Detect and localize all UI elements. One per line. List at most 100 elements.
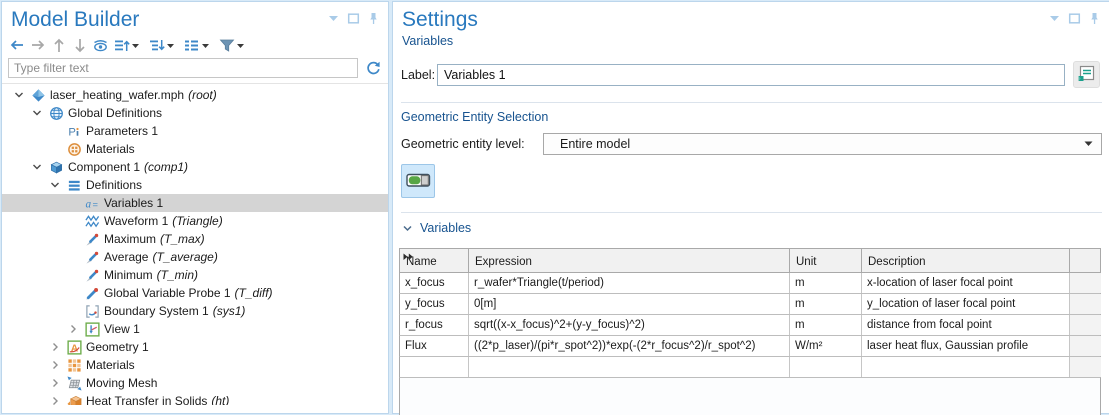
column-header-expression[interactable]: Expression bbox=[469, 249, 790, 272]
cell-description[interactable] bbox=[862, 357, 1070, 377]
tree-item-component-1[interactable]: Component 1(comp1) bbox=[2, 158, 388, 176]
variables-section-header[interactable]: Variables bbox=[402, 221, 1101, 235]
node-text-icon[interactable] bbox=[182, 36, 201, 54]
tree-item-global-variable-probe-1[interactable]: Global Variable Probe 1(T_diff) bbox=[2, 284, 388, 302]
move-down-icon[interactable] bbox=[70, 36, 89, 54]
tree-expander-icon[interactable] bbox=[12, 89, 26, 101]
toolbar-group bbox=[112, 36, 145, 54]
column-header-description[interactable]: Description bbox=[862, 249, 1070, 272]
cell-expression[interactable]: r_wafer*Triangle(t/period) bbox=[469, 273, 790, 293]
collapse-all-icon[interactable] bbox=[112, 36, 131, 54]
tree-expander-icon[interactable] bbox=[48, 179, 62, 191]
dropdown-arrow-icon[interactable] bbox=[236, 40, 247, 50]
move-up-icon[interactable] bbox=[49, 36, 68, 54]
refresh-icon[interactable] bbox=[365, 60, 382, 77]
tree-item-tag: (comp1) bbox=[144, 160, 188, 174]
show-icon[interactable] bbox=[91, 36, 110, 54]
tree-expander-icon[interactable] bbox=[48, 377, 62, 389]
cell-name[interactable]: y_focus bbox=[400, 294, 469, 314]
show-in-model-tree-button[interactable] bbox=[1073, 61, 1100, 88]
cell-expression[interactable]: sqrt((x-x_focus)^2+(y-y_focus)^2) bbox=[469, 315, 790, 335]
toolbar-group bbox=[28, 36, 47, 54]
tree-expander-icon[interactable] bbox=[48, 359, 62, 371]
cell-unit[interactable]: W/m² bbox=[790, 336, 862, 356]
back-arrow-icon[interactable] bbox=[7, 36, 26, 54]
tree-item-definitions[interactable]: Definitions bbox=[2, 176, 388, 194]
tree-item-label: Variables 1 bbox=[104, 196, 163, 210]
row-marker-icon bbox=[403, 252, 414, 264]
float-window-icon[interactable] bbox=[347, 12, 360, 25]
tree-item-geometry-1[interactable]: AGeometry 1 bbox=[2, 338, 388, 356]
cell-expression[interactable]: 0[m] bbox=[469, 294, 790, 314]
tree-expander-spacer bbox=[66, 269, 80, 281]
cell-expression[interactable] bbox=[469, 357, 790, 377]
cell-unit[interactable]: m bbox=[790, 273, 862, 293]
float-window-icon[interactable] bbox=[1068, 12, 1081, 25]
tree-expander-icon[interactable] bbox=[66, 323, 80, 335]
active-selection-toggle-button[interactable] bbox=[401, 164, 435, 198]
filter-input[interactable] bbox=[8, 58, 358, 78]
dropdown-arrow-icon[interactable] bbox=[166, 40, 177, 50]
tree-item-minimum[interactable]: Minimum(T_min) bbox=[2, 266, 388, 284]
heat-transfer-icon bbox=[67, 394, 82, 406]
cell-description[interactable]: distance from focal point bbox=[862, 315, 1070, 335]
cell-description[interactable]: y_location of laser focal point bbox=[862, 294, 1070, 314]
cell-unit[interactable] bbox=[790, 357, 862, 377]
toolbar-group bbox=[182, 36, 215, 54]
entity-level-dropdown[interactable]: Entire model bbox=[543, 133, 1102, 155]
tree-expander-icon[interactable] bbox=[30, 107, 44, 119]
tree-expander-icon[interactable] bbox=[48, 341, 62, 353]
cell-description[interactable]: x-location of laser focal point bbox=[862, 273, 1070, 293]
cell-name[interactable]: Flux bbox=[400, 336, 469, 356]
svg-text:=: = bbox=[93, 199, 98, 209]
cell-unit[interactable]: m bbox=[790, 315, 862, 335]
materials-grid-icon bbox=[67, 358, 82, 373]
tree-item-boundary-system-1[interactable]: Boundary System 1 (sys1) bbox=[2, 302, 388, 320]
cell-name[interactable] bbox=[400, 357, 469, 377]
cell-name[interactable]: r_focus bbox=[400, 315, 469, 335]
pin-icon[interactable] bbox=[1088, 12, 1101, 25]
tree-item-average[interactable]: Average(T_average) bbox=[2, 248, 388, 266]
tree-expander-spacer bbox=[66, 305, 80, 317]
tree-item-waveform-1[interactable]: Waveform 1(Triangle) bbox=[2, 212, 388, 230]
tree-item-materials[interactable]: Materials bbox=[2, 140, 388, 158]
cell-description[interactable]: laser heat flux, Gaussian profile bbox=[862, 336, 1070, 356]
tree-item-materials[interactable]: Materials bbox=[2, 356, 388, 374]
tree-item-label: laser_heating_wafer.mph bbox=[50, 88, 184, 102]
tree-item-tag: (T_average) bbox=[152, 250, 217, 264]
entity-level-value: Entire model bbox=[560, 137, 630, 151]
cell-expression[interactable]: ((2*p_laser)/(pi*r_spot^2))*exp(-(2*r_fo… bbox=[469, 336, 790, 356]
tree-item-parameters-1[interactable]: PParameters 1 bbox=[2, 122, 388, 140]
forward-arrow-icon[interactable] bbox=[28, 36, 47, 54]
cell-unit[interactable]: m bbox=[790, 294, 862, 314]
tree-item-maximum[interactable]: Maximum(T_max) bbox=[2, 230, 388, 248]
settings-title: Settings bbox=[402, 7, 478, 33]
filter-icon[interactable] bbox=[217, 36, 236, 54]
pin-icon[interactable] bbox=[367, 12, 380, 25]
tree-expander-icon[interactable] bbox=[48, 395, 62, 405]
dropdown-arrow-icon[interactable] bbox=[201, 40, 212, 50]
table-empty-area[interactable] bbox=[399, 378, 1101, 415]
label-input[interactable] bbox=[437, 64, 1065, 86]
component-icon bbox=[49, 160, 64, 175]
cell-name[interactable]: x_focus bbox=[400, 273, 469, 293]
tree-item-label: Boundary System 1 bbox=[104, 304, 209, 318]
geometry-icon: A bbox=[67, 340, 82, 355]
column-header-unit[interactable]: Unit bbox=[790, 249, 862, 272]
tree-item-heat-transfer-in-solids[interactable]: Heat Transfer in Solids(ht) bbox=[2, 392, 388, 405]
waveform-icon bbox=[85, 214, 100, 229]
tree-item-variables-1[interactable]: a= Variables 1 bbox=[2, 194, 388, 212]
tree-item-view-1[interactable]: View 1 bbox=[2, 320, 388, 338]
tree-expander-icon[interactable] bbox=[30, 161, 44, 173]
panel-menu-icon[interactable] bbox=[327, 12, 340, 25]
panel-menu-icon[interactable] bbox=[1048, 12, 1061, 25]
dropdown-arrow-icon[interactable] bbox=[131, 40, 142, 50]
tree-item-moving-mesh[interactable]: Moving Mesh bbox=[2, 374, 388, 392]
tree-item-global-definitions[interactable]: Global Definitions bbox=[2, 104, 388, 122]
tree-item-tag: (sys1) bbox=[213, 304, 246, 318]
tree-item-laser-heating-wafer-mph[interactable]: laser_heating_wafer.mph(root) bbox=[2, 86, 388, 104]
table-row: Flux((2*p_laser)/(pi*r_spot^2))*exp(-(2*… bbox=[399, 336, 1101, 357]
tree-item-label: Maximum bbox=[104, 232, 156, 246]
expand-all-icon[interactable] bbox=[147, 36, 166, 54]
svg-text:a: a bbox=[85, 198, 91, 210]
